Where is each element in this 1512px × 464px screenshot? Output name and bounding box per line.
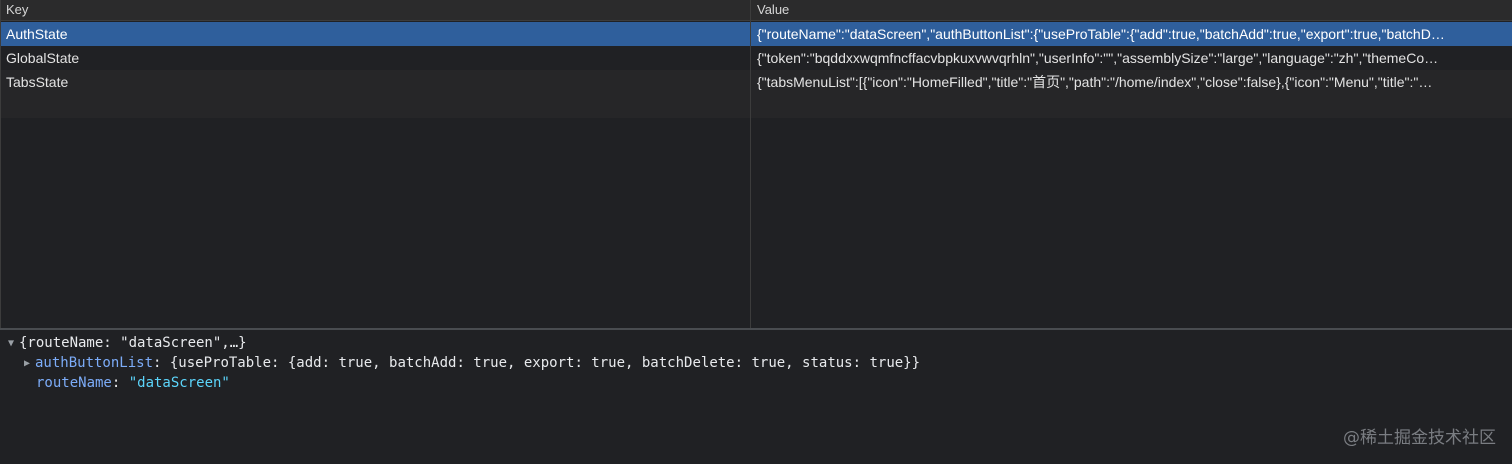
property-colon: : bbox=[153, 355, 170, 371]
column-header-value[interactable]: Value bbox=[757, 0, 789, 21]
row-key[interactable]: TabsState bbox=[6, 70, 744, 94]
row-value[interactable]: {"token":"bqddxxwqmfncffacvbpkuxvwvqrhln… bbox=[757, 46, 1495, 70]
property-key: routeName bbox=[36, 375, 112, 391]
row-key[interactable]: GlobalState bbox=[6, 46, 744, 70]
table-header: Key Value bbox=[0, 0, 1512, 21]
root-summary: {routeName: "dataScreen",…} bbox=[19, 335, 247, 351]
property-colon: : bbox=[111, 375, 129, 391]
column-resizer[interactable] bbox=[750, 0, 751, 328]
property-value: "dataScreen" bbox=[128, 375, 230, 391]
tree-root[interactable]: ▼ {routeName: "dataScreen",…} bbox=[8, 334, 247, 353]
storage-table: Key Value AuthState {"routeName":"dataSc… bbox=[0, 0, 1512, 328]
value-preview: ▼ {routeName: "dataScreen",…} ▶ authButton… bbox=[0, 330, 1512, 464]
row-value[interactable]: {"routeName":"dataScreen","authButtonLis… bbox=[757, 22, 1495, 46]
property-key: authButtonList bbox=[35, 355, 154, 371]
grid-left-border bbox=[0, 0, 1, 328]
triangle-down-icon[interactable]: ▼ bbox=[8, 334, 19, 353]
watermark: @稀土掘金技术社区 bbox=[1343, 428, 1496, 448]
column-header-key[interactable]: Key bbox=[6, 0, 28, 21]
tree-node-routename[interactable]: routeName: "dataScreen" bbox=[36, 374, 230, 393]
tree-node-authbuttonlist[interactable]: ▶ authButtonList: {useProTable: {add: tru… bbox=[24, 354, 920, 373]
local-storage-panel: Key Value AuthState {"routeName":"dataSc… bbox=[0, 0, 1512, 464]
table-row-empty[interactable] bbox=[0, 94, 1512, 118]
triangle-right-icon[interactable]: ▶ bbox=[24, 354, 35, 373]
table-row-selected[interactable]: AuthState {"routeName":"dataScreen","aut… bbox=[0, 22, 1512, 46]
property-value: {useProTable: {add: true, batchAdd: true… bbox=[169, 355, 921, 371]
table-row[interactable]: GlobalState {"token":"bqddxxwqmfncffacvb… bbox=[0, 46, 1512, 70]
table-row[interactable]: TabsState {"tabsMenuList":[{"icon":"Home… bbox=[0, 70, 1512, 94]
row-value[interactable]: {"tabsMenuList":[{"icon":"HomeFilled","t… bbox=[757, 70, 1495, 94]
row-key[interactable]: AuthState bbox=[6, 22, 744, 46]
